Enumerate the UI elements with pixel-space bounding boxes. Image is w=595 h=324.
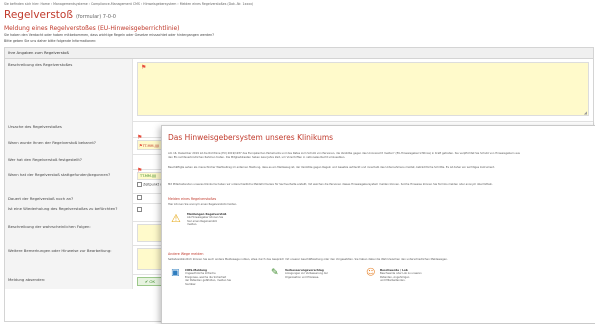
- intro-line-2: Bitte geben Sie uns daher bitte folgende…: [4, 38, 97, 43]
- field-label: Weitere Bemerkungen oder Hinweise zur Be…: [5, 245, 133, 274]
- feature-desc: hierüber.: [185, 282, 197, 286]
- ok-button-label: OK: [149, 279, 156, 284]
- field-label: Ursache des Regelverstoßes: [5, 121, 133, 137]
- modal-section-report: Melden eines Regelverstoßes: [168, 197, 217, 201]
- unknown-date-checkbox[interactable]: [137, 182, 142, 187]
- date-placeholder: TT.MM.JJJJ: [140, 174, 157, 178]
- info-modal: Das Hinweisgebersystem unseres Klinikums…: [161, 125, 595, 324]
- field-label: Wann hat der Regelverstoß stattgefunden/…: [5, 169, 133, 193]
- ongoing-checkbox[interactable]: [137, 195, 142, 200]
- field-label: Meldung absenden:: [5, 274, 133, 289]
- field-label: Dauert der Regelverstoß noch an?: [5, 193, 133, 203]
- modal-title: Das Hinweisgebersystem unseres Klinikums: [168, 133, 334, 142]
- modal-section-report-text: Hier können Sie anonym einen Regelversto…: [168, 203, 238, 206]
- people-icon: ☺: [366, 268, 376, 278]
- repeat-checkbox[interactable]: [137, 207, 142, 212]
- cirs-option[interactable]: ▣ CIRS-Meldung Ungewöhnliche kritische E…: [171, 268, 266, 298]
- field-label: Ist eine Wiederholung des Regelverstoßes…: [5, 203, 133, 221]
- suggestion-option[interactable]: ✎ Verbesserungsvorschlag Anregungen zur …: [271, 268, 361, 298]
- field-label: Wer hat den Regelverstoß festgestellt?: [5, 154, 133, 169]
- feedback-option[interactable]: ☺ Beschwerde / Lob Beschwerde oder Lob z…: [366, 268, 456, 298]
- modal-section-other: Andere Wege melden: [168, 252, 204, 256]
- cirs-icon: ▣: [171, 268, 180, 278]
- lightbulb-icon: ✎: [271, 268, 279, 278]
- warning-icon: ⚠: [171, 212, 181, 225]
- intro-line-1: Sie haben den Verdacht oder haben mitbek…: [4, 33, 214, 37]
- breadcrumb: Sie befinden sich hier: Home › Managemen…: [4, 2, 254, 6]
- page-title: Regelverstoß (formular) 7-0-0: [4, 9, 116, 21]
- feature-desc: Organisation und Prozesse.: [285, 275, 320, 279]
- field-label: Beschreibung der wahrscheinlichen Folgen…: [5, 221, 133, 245]
- intro-text: Sie haben den Verdacht oder haben mitbek…: [4, 33, 214, 44]
- report-option[interactable]: ⚠ Meldungen Regelverstoß Als Hinweisgebe…: [171, 211, 271, 237]
- modal-paragraph-2: Beschäftigte sehen als menschlicher Wert…: [168, 166, 495, 169]
- description-textarea[interactable]: ⚑ ◢: [137, 62, 589, 116]
- form-heading: Meldung eines Regelverstoßes (EU-Hinweis…: [4, 25, 180, 32]
- ok-button[interactable]: ✔ OK: [137, 277, 163, 286]
- modal-paragraph-3: Mit Mitarbeitenden unseres Klinikums hab…: [168, 183, 493, 186]
- field-label: Wann wurde Ihnen der Regelverstoß bekann…: [5, 137, 133, 154]
- modal-paragraph-1: Am 16. Dezember 2019 ist die Richtlinie …: [168, 152, 592, 160]
- field-label: Beschreibung des Regelverstoßes: [5, 59, 133, 121]
- flag-icon: ⚑: [141, 64, 147, 71]
- date-placeholder: TT.MM.JJJJ: [142, 144, 159, 148]
- form-row-description: Beschreibung des Regelverstoßes ⚑ ◢: [5, 59, 593, 122]
- resize-handle-icon[interactable]: ◢: [584, 110, 587, 115]
- report-option-desc-3: melden.: [187, 223, 198, 227]
- modal-paragraph-1b: den EU-rechtsverbindlichen Rahmen treten…: [168, 156, 346, 159]
- section-header: Ihre Angaben zum Regelverstoß: [5, 48, 593, 59]
- feature-desc: und Mitarbeitenden.: [380, 279, 406, 283]
- page-subtitle: (formular) 7-0-0: [75, 14, 116, 20]
- modal-section-other-text: Selbstverständlich können Sie auch ander…: [168, 258, 448, 261]
- page-title-text: Regelverstoß: [4, 9, 73, 21]
- check-icon: ✔: [144, 279, 149, 284]
